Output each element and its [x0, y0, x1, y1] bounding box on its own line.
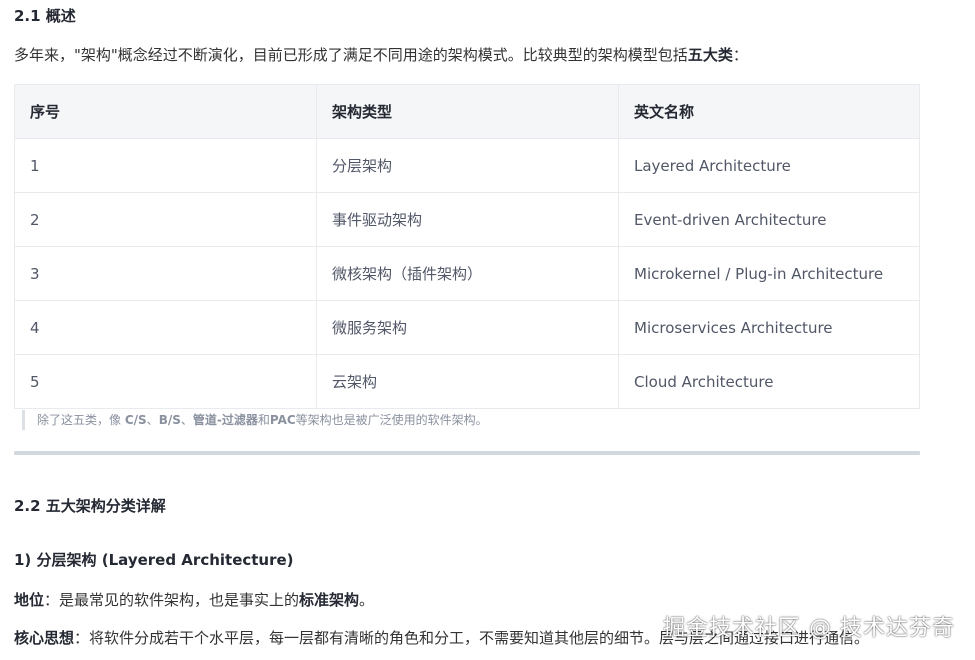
- table-cell-index: 4: [14, 300, 317, 355]
- note-text: 、: [146, 413, 159, 427]
- table-header-index: 序号: [14, 84, 317, 139]
- table-cell-type: 微服务架构: [316, 300, 619, 355]
- note-bold-bs: B/S: [158, 413, 181, 427]
- status-text: ：是最常见的软件架构，也是事实上的: [44, 591, 300, 609]
- table-cell-type: 云架构: [316, 354, 619, 409]
- table-header-english: 英文名称: [618, 84, 920, 139]
- table-cell-index: 2: [14, 192, 317, 247]
- section-heading-2-1: 2.1 概述: [14, 7, 76, 25]
- table-cell-type: 分层架构: [316, 138, 619, 193]
- table-cell-index: 1: [14, 138, 317, 193]
- blockquote-note: 除了这五类，像 C/S、B/S、管道-过滤器和PAC等架构也是被广泛使用的软件架…: [22, 410, 488, 430]
- subheading-english: (Layered Architecture): [96, 551, 294, 569]
- status-label: 地位: [14, 591, 45, 609]
- table-header-row: 序号 架构类型 英文名称: [14, 84, 920, 139]
- note-text: 、: [180, 413, 193, 427]
- note-text: 和: [257, 413, 270, 427]
- note-bold-pipe-filter: 管道-过滤器: [192, 413, 258, 427]
- status-paragraph: 地位：是最常见的软件架构，也是事实上的标准架构。: [14, 589, 374, 610]
- table-row: 2 事件驱动架构 Event-driven Architecture: [14, 192, 920, 247]
- intro-paragraph: 多年来，"架构"概念经过不断演化，目前已形成了满足不同用途的架构模式。比较典型的…: [14, 44, 748, 65]
- note-bold-pac: PAC: [269, 413, 296, 427]
- table-cell-english: Cloud Architecture: [618, 354, 920, 409]
- subheading-bold: 分层架构: [36, 551, 97, 569]
- watermark: 掘金技术社区 @ 技术达芬奇: [663, 616, 955, 641]
- status-end: 。: [359, 591, 375, 609]
- table-cell-index: 5: [14, 354, 317, 409]
- section-divider: [14, 451, 920, 455]
- table-cell-english: Microkernel / Plug-in Architecture: [618, 246, 920, 301]
- table-cell-index: 3: [14, 246, 317, 301]
- table-cell-type: 微核架构（插件架构）: [316, 246, 619, 301]
- intro-suffix: ：: [732, 46, 748, 64]
- note-text: 等架构也是被广泛使用的软件架构。: [295, 413, 488, 427]
- note-text: 除了这五类，像: [37, 413, 125, 427]
- table-cell-english: Event-driven Architecture: [618, 192, 920, 247]
- table-cell-english: Layered Architecture: [618, 138, 920, 193]
- subheading-number: 1): [14, 551, 37, 569]
- status-bold: 标准架构: [299, 591, 360, 609]
- table-cell-english: Microservices Architecture: [618, 300, 920, 355]
- table-row: 5 云架构 Cloud Architecture: [14, 354, 920, 409]
- table-row: 4 微服务架构 Microservices Architecture: [14, 300, 920, 355]
- core-idea-label: 核心思想: [14, 629, 75, 647]
- table-row: 3 微核架构（插件架构） Microkernel / Plug-in Archi…: [14, 246, 920, 301]
- table-row: 1 分层架构 Layered Architecture: [14, 138, 920, 193]
- architecture-table: 序号 架构类型 英文名称 1 分层架构 Layered Architecture…: [14, 84, 920, 409]
- table-cell-type: 事件驱动架构: [316, 192, 619, 247]
- subheading-layered: 1) 分层架构 (Layered Architecture): [14, 549, 294, 570]
- table-header-type: 架构类型: [316, 84, 619, 139]
- section-heading-2-2: 2.2 五大架构分类详解: [14, 497, 166, 515]
- note-bold-cs: C/S: [124, 413, 147, 427]
- intro-bold: 五大类: [687, 46, 733, 64]
- intro-text: 多年来，"架构"概念经过不断演化，目前已形成了满足不同用途的架构模式。比较典型的…: [14, 46, 688, 64]
